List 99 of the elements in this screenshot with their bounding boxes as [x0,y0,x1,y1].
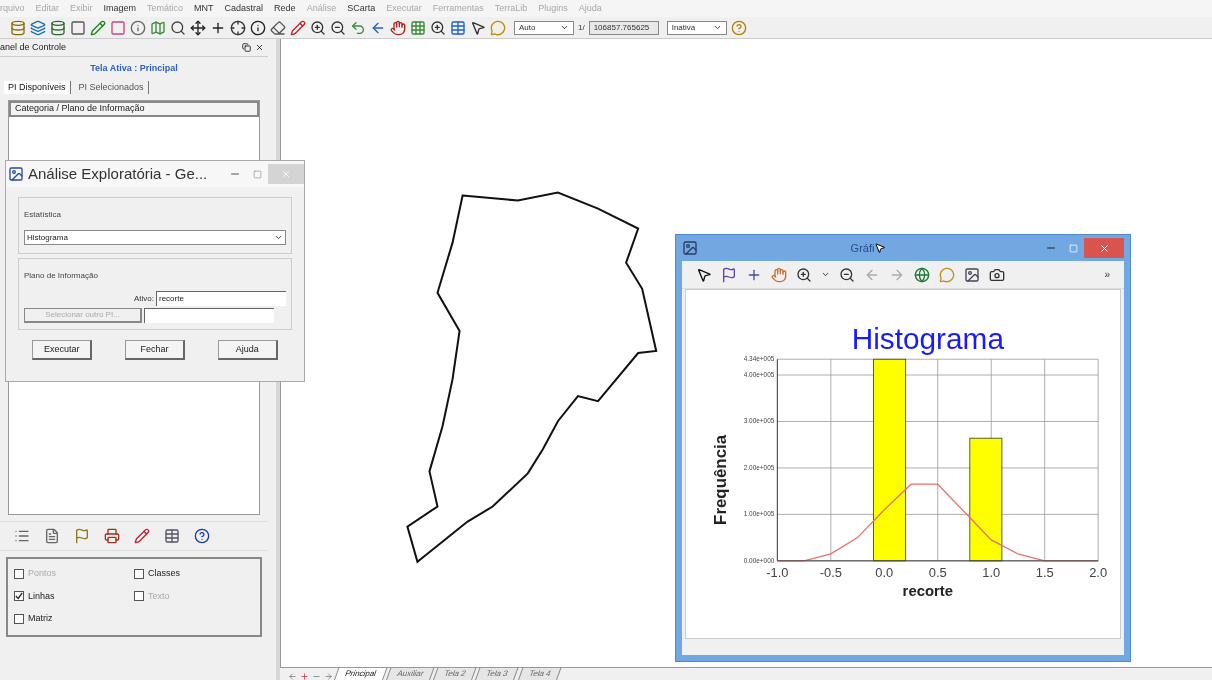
dialog-button[interactable]: Fechar [125,340,185,360]
dialog-button[interactable]: Executar [32,340,93,360]
crosshair-icon[interactable] [230,19,246,36]
panel-title: anel de Controle [0,40,67,54]
map-icon[interactable] [150,19,166,36]
axis-title: recorte [902,582,954,599]
close-icon [1098,242,1110,254]
layers-icon[interactable] [30,19,46,36]
axis-tick-label: 0.5 [928,564,947,580]
undo-icon[interactable] [350,19,366,36]
printer-icon[interactable] [104,528,120,544]
last-icon[interactable] [324,672,333,680]
zoom-in-icon[interactable] [796,266,812,283]
comment-icon[interactable] [939,266,955,283]
close-icon [281,169,291,179]
document-icon[interactable] [44,528,60,544]
help-icon[interactable] [194,528,210,544]
axis-tick-label: 1.5 [1035,564,1054,580]
zoom-in-icon[interactable] [310,19,326,36]
axis-title: Frequência [710,434,730,525]
group-title: Estatística [24,210,61,219]
table-icon[interactable] [450,19,466,36]
search-icon[interactable] [170,19,186,36]
menu-item[interactable]: Rede [274,1,296,16]
zoom-dropdown[interactable]: Auto [514,20,574,35]
hand-icon[interactable] [771,266,787,283]
eraser-icon[interactable] [270,19,286,36]
axis-tick-label: 1.0 [982,564,1001,580]
pointer-icon[interactable] [696,266,712,283]
window-icon [8,166,24,182]
checkbox-label: Texto [148,589,170,603]
active-layer-field[interactable]: recorte [156,291,286,306]
panel-tab[interactable]: PI Disponíveis [4,80,71,94]
view-tab[interactable]: Tela 2 [432,668,477,680]
axis-tick-label: -1.0 [766,564,789,580]
tree-header: Categoria / Plano de Informação [9,101,259,117]
checkbox-label: Pontos [28,567,57,580]
square-icon[interactable] [110,19,126,36]
checkbox[interactable] [134,568,144,579]
database-icon[interactable] [10,19,26,36]
axis-tick-label: -0.5 [819,564,842,580]
close-icon[interactable] [255,43,264,52]
info-icon[interactable] [250,19,266,36]
checkbox-label: Classes [148,567,180,580]
view-tab[interactable]: Principal [333,668,388,680]
add-icon[interactable] [300,672,309,680]
flag-icon[interactable] [721,266,737,283]
zoom-out-icon[interactable] [839,266,855,283]
flag-icon[interactable] [74,528,90,544]
checkbox[interactable] [14,591,24,602]
caret-icon [712,23,722,32]
chart-title: Histograma [851,322,1004,356]
status-dropdown[interactable]: Inativa [666,20,727,35]
view-tab[interactable]: Tela 3 [474,668,519,680]
layer-field[interactable] [144,308,274,323]
zoom-in-icon[interactable] [430,19,446,36]
menu-item[interactable]: SCarta [347,1,376,16]
scale-prefix: 1/ [578,21,585,34]
move-icon[interactable] [190,19,206,36]
overflow-chevron[interactable]: » [1104,267,1110,282]
panel-tab[interactable]: PI Selecionados [74,80,149,94]
pencil-icon[interactable] [134,528,150,544]
first-icon[interactable] [288,672,297,680]
view-tab[interactable]: Tela 4 [517,668,562,680]
zoom-out-icon[interactable] [330,19,346,36]
active-view-label: Tela Ativa : Principal [90,62,178,75]
table-icon[interactable] [164,528,180,544]
caret-icon [274,233,283,242]
scale-field[interactable]: 106857.765625 [588,20,659,35]
pointer-icon[interactable] [470,19,486,36]
mouse-cursor-icon [874,242,887,254]
picture-icon[interactable] [964,266,980,283]
camera-icon[interactable] [989,266,1005,283]
field-label: Ativo: [134,292,154,305]
pencil-icon[interactable] [290,19,306,36]
window-icon [682,240,698,256]
menu-item[interactable]: Imagem [103,1,137,16]
caret-icon [560,23,569,32]
checkbox[interactable] [14,613,24,624]
menu-item[interactable]: MNT [194,1,214,16]
checkbox-label: Matriz [28,612,53,625]
list-icon[interactable] [14,528,30,544]
globe-icon[interactable] [914,266,930,283]
axis-tick-label: 2.0 [1089,564,1108,580]
menu-item[interactable]: Cadastral [224,1,264,16]
checkbox-label: Linhas [28,589,55,603]
dialog-title: Análise Exploratória - Ge... [28,163,208,184]
restore-icon[interactable] [242,43,251,52]
square-icon[interactable] [70,19,86,36]
axis-tick-label: 0.0 [875,564,894,580]
caret-icon[interactable] [821,270,830,279]
group-title: Plano de Informação [24,271,98,280]
hand-icon[interactable] [390,19,406,36]
view-tab[interactable]: Auxiliar [385,668,435,680]
dialog-button[interactable]: Ajuda [217,340,278,360]
database-icon[interactable] [50,19,66,36]
pencil-icon[interactable] [90,19,106,36]
statistic-dropdown[interactable]: Histograma [24,230,286,245]
window-title: Gráfi [850,240,875,256]
